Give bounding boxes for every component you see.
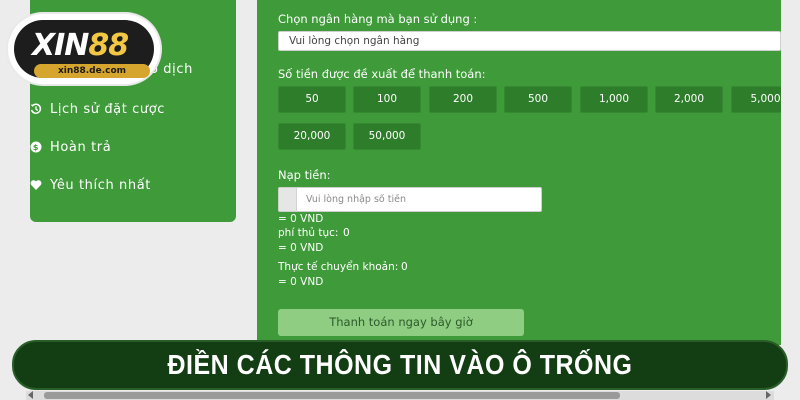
sidebar-item-label: Yêu thích nhất bbox=[50, 177, 151, 193]
banner-title: ĐIỀN CÁC THÔNG TIN VÀO Ô TRỐNG bbox=[167, 349, 633, 381]
amount-button-100[interactable]: 100 bbox=[353, 86, 421, 113]
scroll-left-icon[interactable] bbox=[28, 391, 33, 399]
bank-select[interactable]: Vui lòng chọn ngân hàng bbox=[278, 31, 781, 51]
deposit-label: Nạp tiền: bbox=[278, 168, 331, 182]
logo-brand-number: 88 bbox=[88, 28, 129, 63]
scrollbar-thumb[interactable] bbox=[44, 392, 620, 399]
amount-button-500[interactable]: 500 bbox=[504, 86, 572, 113]
amount-button-2000[interactable]: 2,000 bbox=[655, 86, 723, 113]
sidebar-item-label: Hoàn trả bbox=[50, 139, 112, 155]
svg-text:$: $ bbox=[33, 143, 39, 152]
actual-transfer-amount: 0 bbox=[401, 261, 408, 273]
amount-button-1000[interactable]: 1,000 bbox=[580, 86, 648, 113]
fee-vnd-value: = 0 VND bbox=[278, 242, 324, 254]
fee-amount: 0 bbox=[343, 227, 350, 239]
sidebar-item-rebate[interactable]: $ Hoàn trả bbox=[30, 136, 111, 158]
amount-button-200[interactable]: 200 bbox=[429, 86, 497, 113]
sidebar-item-favorites[interactable]: Yêu thích nhất bbox=[30, 174, 151, 196]
xin88-logo: XIN88 xin88.de.com bbox=[8, 14, 160, 84]
history-icon bbox=[30, 103, 42, 115]
deposit-amount-input[interactable] bbox=[297, 188, 541, 211]
deposit-amount-field[interactable] bbox=[278, 187, 542, 212]
heart-icon bbox=[30, 179, 42, 191]
amount-button-50000[interactable]: 50,000 bbox=[353, 123, 421, 150]
deposit-vnd-value: = 0 VND bbox=[278, 213, 324, 225]
actual-transfer-label: Thực tế chuyển khoản: bbox=[278, 261, 399, 273]
fee-label: phí thủ tục: bbox=[278, 227, 339, 239]
sidebar-item-bet-history[interactable]: Lịch sử đặt cược bbox=[30, 98, 165, 120]
caption-banner: ĐIỀN CÁC THÔNG TIN VÀO Ô TRỐNG bbox=[12, 340, 788, 390]
suggested-amount-label: Số tiền được đề xuất để thanh toán: bbox=[278, 67, 486, 81]
coin-icon: $ bbox=[30, 141, 42, 153]
bank-label: Chọn ngân hàng mà bạn sử dụng : bbox=[278, 12, 478, 26]
amount-label: 5,000 bbox=[750, 93, 781, 105]
scroll-right-icon[interactable] bbox=[766, 391, 771, 399]
deposit-prefix bbox=[279, 188, 297, 211]
amount-button-5000[interactable]: 5,000 bbox=[731, 86, 781, 113]
logo-brand-text: XIN bbox=[32, 28, 89, 63]
amount-button-20000[interactable]: 20,000 bbox=[278, 123, 346, 150]
sidebar-item-label: Lịch sử đặt cược bbox=[50, 101, 166, 117]
pay-now-button[interactable]: Thanh toán ngay bây giờ bbox=[278, 309, 524, 336]
amount-button-50[interactable]: 50 bbox=[278, 86, 346, 113]
deposit-panel bbox=[257, 0, 781, 345]
logo-url: xin88.de.com bbox=[34, 64, 150, 78]
actual-transfer-vnd-value: = 0 VND bbox=[278, 276, 324, 288]
